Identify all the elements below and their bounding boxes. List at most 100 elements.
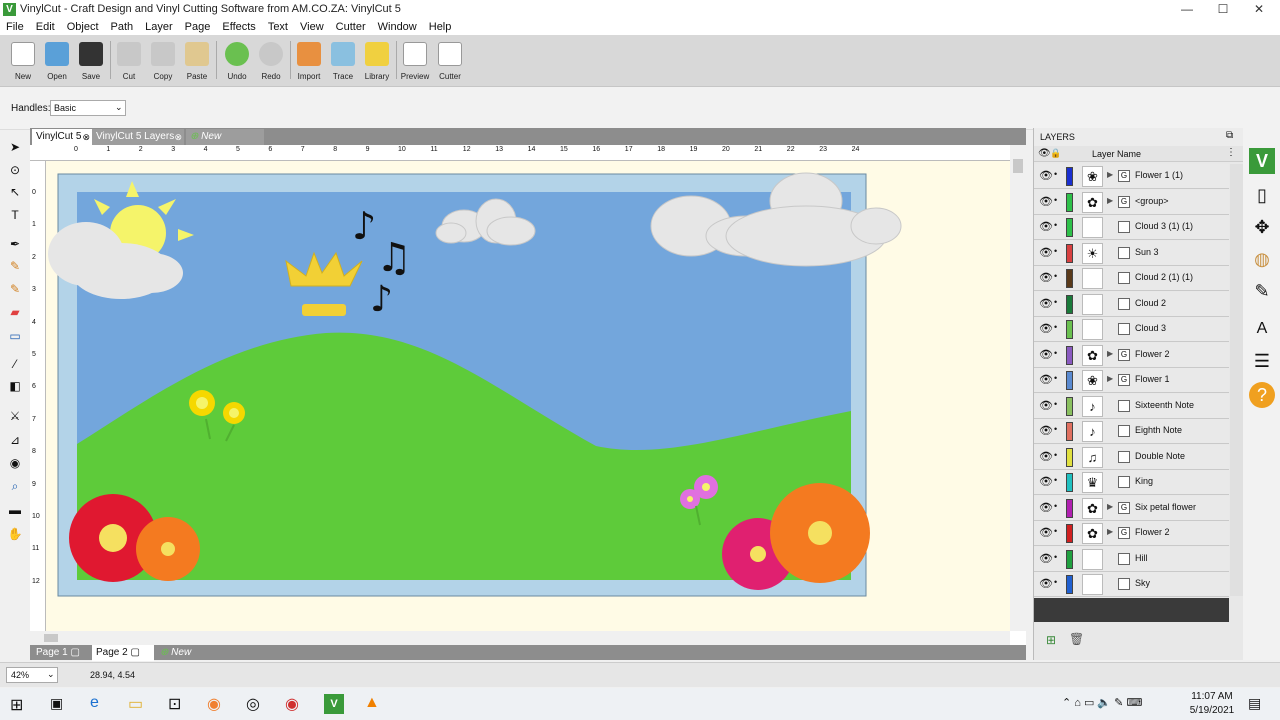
- layer-name[interactable]: Sun 3: [1135, 247, 1159, 257]
- layer-name[interactable]: Cloud 3 (1) (1): [1135, 221, 1193, 231]
- eye-icon[interactable]: 👁: [1039, 246, 1053, 259]
- lock-toggle-icon[interactable]: •: [1054, 169, 1057, 179]
- design-canvas[interactable]: ♪ ♫ ♪: [46, 161, 1010, 631]
- knife-tool-icon[interactable]: ⚔: [7, 408, 23, 424]
- layer-color-swatch[interactable]: [1066, 575, 1073, 594]
- layer-row[interactable]: 👁 • ☀ Sun 3: [1034, 240, 1229, 266]
- menu-file[interactable]: File: [0, 21, 30, 33]
- lock-toggle-icon[interactable]: •: [1054, 450, 1057, 460]
- menu-effects[interactable]: Effects: [216, 21, 261, 33]
- handles-select[interactable]: Basic ⌄: [50, 100, 126, 116]
- layer-row[interactable]: 👁 • ♛ King: [1034, 470, 1229, 495]
- expand-arrow-icon[interactable]: ▶: [1107, 374, 1113, 383]
- lock-toggle-icon[interactable]: •: [1054, 220, 1057, 230]
- layer-color-swatch[interactable]: [1066, 243, 1073, 263]
- document-icon[interactable]: ▯: [1249, 182, 1275, 208]
- layer-row[interactable]: 👁 • Cloud 3 (1) (1): [1034, 215, 1229, 240]
- layer-color-swatch[interactable]: [1066, 218, 1073, 237]
- trash-icon[interactable]: 🗑: [1069, 632, 1084, 646]
- layer-color-swatch[interactable]: [1066, 549, 1073, 569]
- layer-name[interactable]: Eighth Note: [1135, 425, 1182, 435]
- expand-arrow-icon[interactable]: ▶: [1107, 527, 1113, 536]
- menu-window[interactable]: Window: [372, 21, 423, 33]
- new-button[interactable]: New: [6, 39, 40, 85]
- cut-button[interactable]: Cut: [112, 39, 146, 85]
- folder-icon[interactable]: ▭: [128, 694, 143, 714]
- pencil-tool-icon[interactable]: ✎: [7, 258, 23, 274]
- menu-object[interactable]: Object: [61, 21, 105, 33]
- lock-toggle-icon[interactable]: •: [1054, 195, 1057, 205]
- layer-color-swatch[interactable]: [1066, 269, 1073, 288]
- eighth-note[interactable]: ♪: [370, 279, 393, 320]
- weld-tool-icon[interactable]: ⊿: [7, 432, 23, 448]
- undo-button[interactable]: Undo: [220, 39, 254, 85]
- maximize-button[interactable]: ☐: [1205, 0, 1241, 18]
- trace-button[interactable]: Trace: [326, 39, 360, 85]
- layers-scrollbar[interactable]: [1230, 164, 1244, 596]
- eye-icon[interactable]: 👁: [1039, 169, 1053, 182]
- zoom-select[interactable]: 42% ⌄: [6, 667, 58, 683]
- system-tray-icons[interactable]: ⌃ ⌂ ▭ 🔈 ✎ ⌨: [1062, 696, 1142, 709]
- layer-name[interactable]: Hill: [1135, 553, 1148, 563]
- layer-name[interactable]: King: [1135, 476, 1153, 486]
- eye-icon[interactable]: 👁: [1039, 577, 1053, 590]
- transform-tool-icon[interactable]: ↖: [7, 184, 23, 200]
- layer-color-swatch[interactable]: [1066, 320, 1073, 339]
- library-button[interactable]: Library: [360, 39, 394, 85]
- layer-row[interactable]: 👁 • ♪ Eighth Note: [1034, 419, 1229, 444]
- scroll-thumb[interactable]: [44, 634, 58, 642]
- eye-icon[interactable]: 👁: [1039, 526, 1053, 539]
- menu-cutter[interactable]: Cutter: [330, 21, 372, 33]
- layer-name[interactable]: Cloud 2 (1) (1): [1135, 272, 1193, 282]
- expand-arrow-icon[interactable]: ▶: [1107, 170, 1113, 179]
- move-icon[interactable]: ✥: [1249, 214, 1275, 240]
- lock-toggle-icon[interactable]: •: [1054, 526, 1057, 536]
- double-note[interactable]: ♫: [376, 235, 412, 281]
- eye-icon[interactable]: 👁: [1039, 450, 1053, 463]
- layer-row[interactable]: 👁 • Cloud 2: [1034, 291, 1229, 317]
- horizontal-scrollbar[interactable]: [30, 631, 1010, 645]
- tab-vinylcut5[interactable]: VinylCut 5 ⊗: [32, 129, 92, 145]
- lock-toggle-icon[interactable]: •: [1054, 552, 1057, 562]
- fill-tool-icon[interactable]: ◧: [7, 378, 23, 394]
- eye-icon[interactable]: 👁: [1039, 195, 1053, 208]
- tab-new-page[interactable]: ⊕ New Page...: [156, 645, 226, 674]
- layer-color-swatch[interactable]: [1066, 473, 1073, 492]
- layer-row[interactable]: 👁 • Hill: [1034, 546, 1229, 572]
- layer-row[interactable]: 👁 • ✿ ▶ G Six petal flower: [1034, 495, 1229, 521]
- save-button[interactable]: Save: [74, 39, 108, 85]
- eye-icon[interactable]: 👁: [1039, 501, 1053, 514]
- layer-name[interactable]: Six petal flower: [1135, 502, 1196, 512]
- layer-color-swatch[interactable]: [1066, 498, 1073, 518]
- layer-color-swatch[interactable]: [1066, 371, 1073, 390]
- preview-button[interactable]: Preview: [398, 39, 432, 85]
- eye-icon[interactable]: 👁: [1039, 271, 1053, 284]
- vinylcut-taskbar-icon[interactable]: V: [324, 694, 344, 714]
- tab-page-1[interactable]: Page 1 ▢ ✕: [32, 645, 90, 674]
- orange-flower-right[interactable]: [770, 483, 870, 583]
- app-icon[interactable]: ◉: [207, 694, 221, 714]
- layers-icon[interactable]: ☰: [1249, 348, 1275, 374]
- layer-name[interactable]: Sixteenth Note: [1135, 400, 1194, 410]
- lock-toggle-icon[interactable]: •: [1054, 348, 1057, 358]
- notifications-icon[interactable]: ▤: [1248, 695, 1261, 712]
- text-tool-icon[interactable]: T: [7, 207, 23, 223]
- close-button[interactable]: ✕: [1241, 0, 1277, 18]
- tab-vinylcut5-layers[interactable]: VinylCut 5 Layers ⊗: [92, 129, 184, 145]
- eye-icon[interactable]: 👁: [1039, 322, 1053, 335]
- import-button[interactable]: Import: [292, 39, 326, 85]
- lock-toggle-icon[interactable]: •: [1054, 373, 1057, 383]
- layer-row[interactable]: 👁 • ✿ ▶ G <group>: [1034, 189, 1229, 215]
- expand-arrow-icon[interactable]: ▶: [1107, 502, 1113, 511]
- layer-color-swatch[interactable]: [1066, 345, 1073, 365]
- vertical-scrollbar[interactable]: [1010, 145, 1026, 631]
- scroll-thumb[interactable]: [1013, 159, 1023, 173]
- open-button[interactable]: Open: [40, 39, 74, 85]
- pen-tool-icon[interactable]: ✒: [7, 236, 23, 252]
- store-icon[interactable]: ⊡: [168, 694, 181, 714]
- lock-toggle-icon[interactable]: •: [1054, 501, 1057, 511]
- dock-icon[interactable]: ⧉: [1226, 130, 1233, 141]
- redo-button[interactable]: Redo: [254, 39, 288, 85]
- eraser-tool-icon[interactable]: ▰: [7, 304, 23, 320]
- rectangle-tool-icon[interactable]: ▭: [7, 328, 23, 344]
